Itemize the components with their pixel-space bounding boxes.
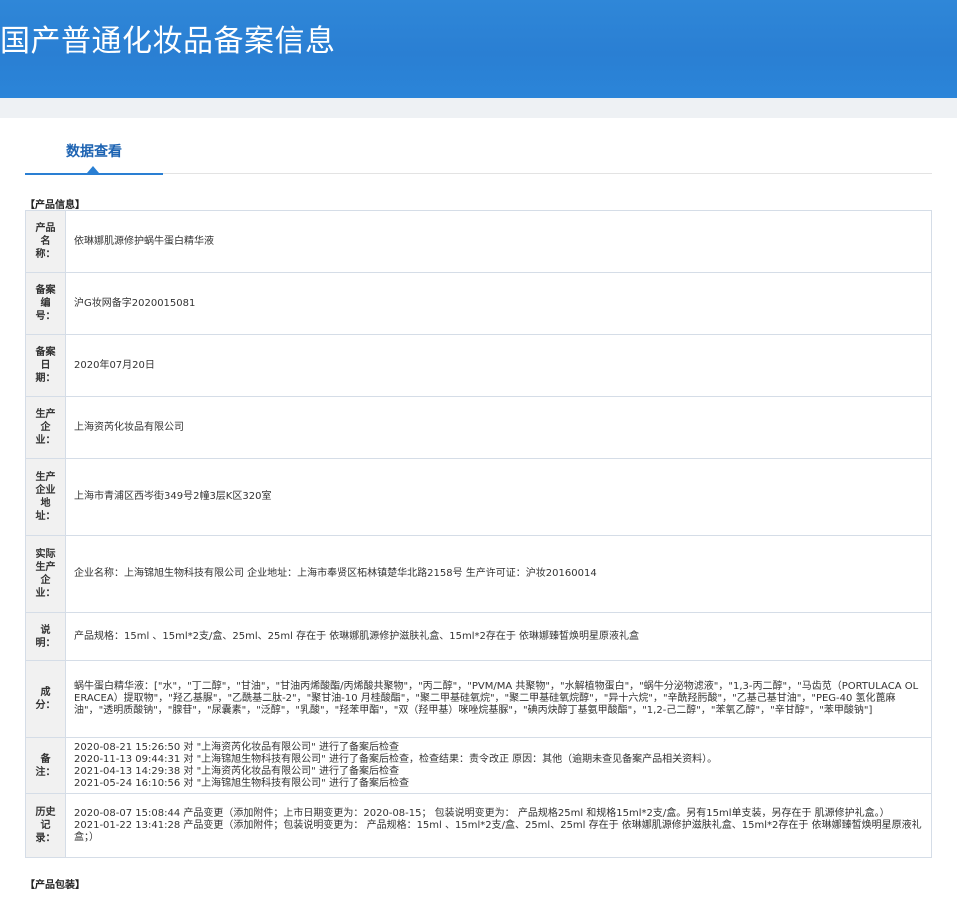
info-label-text: 备案日期： <box>35 347 56 384</box>
tab-active-underline <box>25 173 163 175</box>
page-banner: 国产普通化妆品备案信息 <box>0 0 957 98</box>
info-label-product-name: 产品名称： <box>25 210 66 273</box>
page-title: 国产普通化妆品备案信息 <box>0 24 336 59</box>
info-value-line: 2020-08-21 15:26:50 对 "上海资芮化妆品有限公司" 进行了备… <box>74 741 399 753</box>
info-value-actual-manufacturer: 企业名称：上海锦旭生物科技有限公司 企业地址：上海市奉贤区柘林镇楚华北路2158… <box>65 535 932 613</box>
section-title-product-info: 【产品信息】 <box>25 200 85 211</box>
tab-active-arrow-icon <box>87 166 99 173</box>
info-label-filing-number: 备案编号： <box>25 272 66 335</box>
info-value-line: 2021-05-24 16:10:56 对 "上海锦旭生物科技有限公司" 进行了… <box>74 777 409 789</box>
info-value-remarks: 2020-08-21 15:26:50 对 "上海资芮化妆品有限公司" 进行了备… <box>65 737 932 794</box>
info-value-line: 企业名称：上海锦旭生物科技有限公司 企业地址：上海市奉贤区柘林镇楚华北路2158… <box>74 568 597 579</box>
info-label-text: 实际生产企业： <box>35 549 56 599</box>
info-value-line: 2020-11-13 09:44:31 对 "上海锦旭生物科技有限公司" 进行了… <box>74 753 718 765</box>
info-value-line: 上海资芮化妆品有限公司 <box>74 421 184 433</box>
tab-bar: 数据查看 <box>25 133 932 175</box>
info-value-line: 上海市青浦区西岑街349号2幢3层K区320室 <box>74 491 272 502</box>
info-label-text: 生产企业： <box>35 409 56 446</box>
info-row-filing-date: 备案日期： 2020年07月20日 <box>25 334 932 397</box>
info-label-text: 历史记录： <box>35 807 56 844</box>
info-row-remarks: 备注： 2020-08-21 15:26:50 对 "上海资芮化妆品有限公司" 进… <box>25 737 932 794</box>
info-value-line: 2020-08-07 15:08:44 产品变更（添加附件；上市日期变更为：20… <box>74 807 890 819</box>
info-row-manufacturer-address: 生产企业地址： 上海市青浦区西岑街349号2幢3层K区320室 <box>25 458 932 536</box>
info-value-line: 2020年07月20日 <box>74 359 155 371</box>
info-label-text: 成分： <box>35 687 56 711</box>
product-info-table: 产品名称： 依琳娜肌源修护蜗牛蛋白精华液备案编号： 沪G妆网备字2020015081… <box>25 210 932 858</box>
info-row-manufacturer: 生产企业： 上海资芮化妆品有限公司 <box>25 396 932 459</box>
info-value-line: 蜗牛蛋白精华液：["水"，"丁二醇"，"甘油"，"甘油丙烯酸酯/丙烯酸共聚物"，… <box>74 681 919 716</box>
info-label-text: 备注： <box>35 753 56 778</box>
info-label-text: 备案编号： <box>35 285 56 322</box>
info-value-filing-number: 沪G妆网备字2020015081 <box>65 272 932 335</box>
section-title-packaging: 【产品包装】 <box>25 880 85 891</box>
banner-divider <box>0 98 957 118</box>
info-value-line: 沪G妆网备字2020015081 <box>74 297 196 309</box>
info-value-line: 产品规格：15ml 、15ml*2支/盒、25ml、25ml 存在于 依琳娜肌源… <box>74 630 640 642</box>
info-label-remarks: 备注： <box>25 737 66 794</box>
info-value-product-name: 依琳娜肌源修护蜗牛蛋白精华液 <box>65 210 932 273</box>
info-label-manufacturer: 生产企业： <box>25 396 66 459</box>
info-value-line: 依琳娜肌源修护蜗牛蛋白精华液 <box>74 235 214 247</box>
info-value-manufacturer: 上海资芮化妆品有限公司 <box>65 396 932 459</box>
info-row-description: 说明： 产品规格：15ml 、15ml*2支/盒、25ml、25ml 存在于 依琳… <box>25 612 932 661</box>
info-row-product-name: 产品名称： 依琳娜肌源修护蜗牛蛋白精华液 <box>25 210 932 273</box>
info-label-history: 历史记录： <box>25 793 66 858</box>
info-row-filing-number: 备案编号： 沪G妆网备字2020015081 <box>25 272 932 335</box>
info-row-ingredients: 成分： 蜗牛蛋白精华液：["水"，"丁二醇"，"甘油"，"甘油丙烯酸酯/丙烯酸共聚… <box>25 660 932 738</box>
info-label-text: 说明： <box>35 624 56 649</box>
info-label-manufacturer-address: 生产企业地址： <box>25 458 66 536</box>
info-label-description: 说明： <box>25 612 66 661</box>
info-value-description: 产品规格：15ml 、15ml*2支/盒、25ml、25ml 存在于 依琳娜肌源… <box>65 612 932 661</box>
info-value-line: 2021-04-13 14:29:38 对 "上海资芮化妆品有限公司" 进行了备… <box>74 765 399 777</box>
info-row-history: 历史记录： 2020-08-07 15:08:44 产品变更（添加附件；上市日期变… <box>25 793 932 858</box>
info-value-filing-date: 2020年07月20日 <box>65 334 932 397</box>
info-value-history: 2020-08-07 15:08:44 产品变更（添加附件；上市日期变更为：20… <box>65 793 932 858</box>
info-label-ingredients: 成分： <box>25 660 66 738</box>
info-label-actual-manufacturer: 实际生产企业： <box>25 535 66 613</box>
info-row-actual-manufacturer: 实际生产企业： 企业名称：上海锦旭生物科技有限公司 企业地址：上海市奉贤区柘林镇楚… <box>25 535 932 613</box>
info-label-text: 生产企业地址： <box>35 472 56 522</box>
info-label-filing-date: 备案日期： <box>25 334 66 397</box>
info-value-ingredients: 蜗牛蛋白精华液：["水"，"丁二醇"，"甘油"，"甘油丙烯酸酯/丙烯酸共聚物"，… <box>65 660 932 738</box>
info-label-text: 产品名称： <box>35 223 56 260</box>
info-value-manufacturer-address: 上海市青浦区西岑街349号2幢3层K区320室 <box>65 458 932 536</box>
info-value-line: 2021-01-22 13:41:28 产品变更（添加附件；包装说明变更为： 产… <box>74 819 922 843</box>
